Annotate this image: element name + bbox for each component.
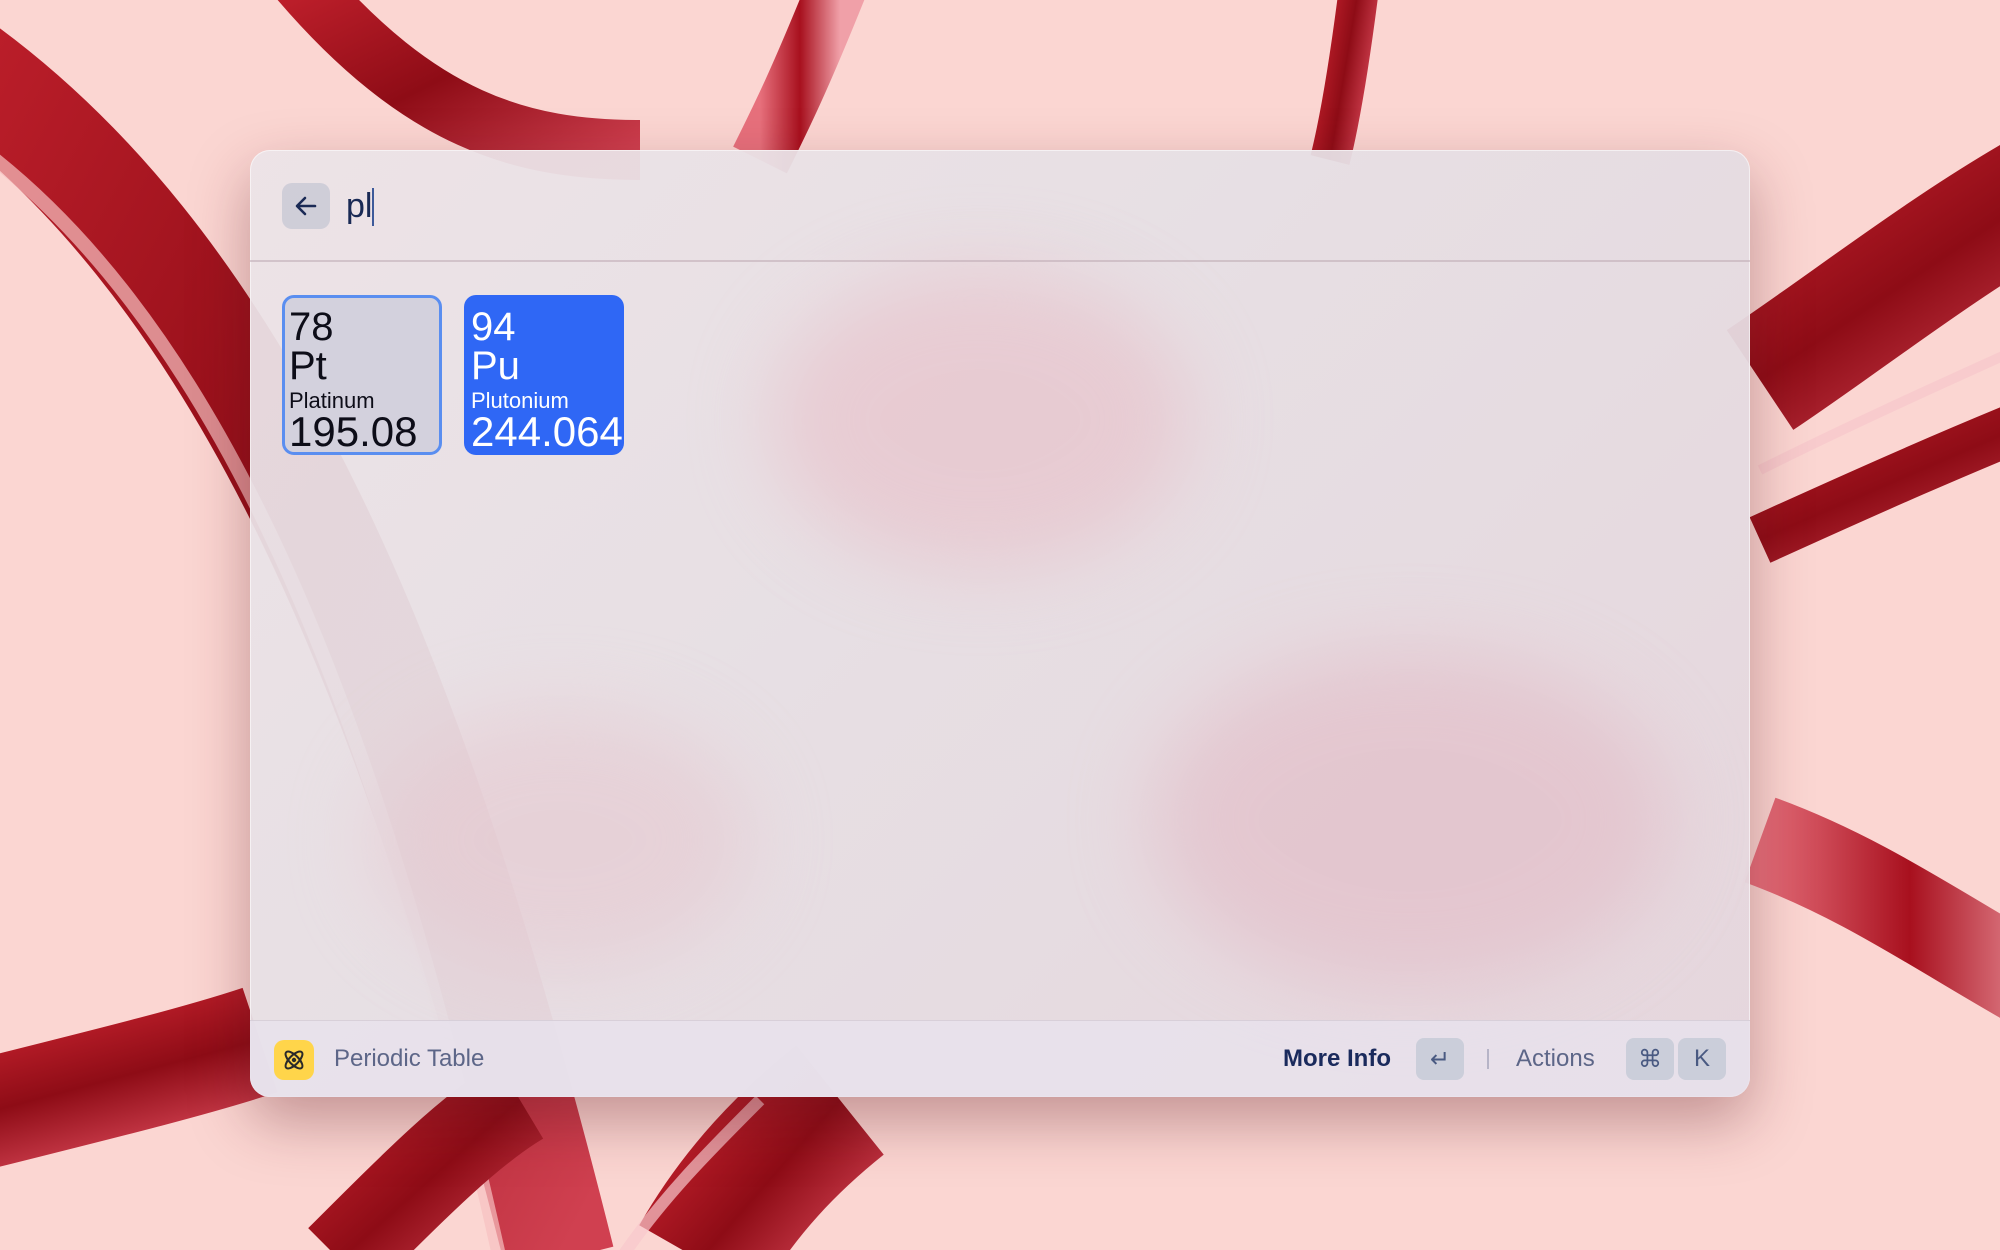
- launcher-window: 78 Pt Platinum 195.08 94 Pu Plutonium 24…: [250, 150, 1750, 1097]
- element-symbol: Pu: [471, 344, 520, 388]
- element-tile-plutonium[interactable]: 94 Pu Plutonium 244.064: [464, 295, 624, 455]
- search-bar: [250, 150, 1750, 262]
- desktop: 78 Pt Platinum 195.08 94 Pu Plutonium 24…: [0, 0, 2000, 1250]
- back-button[interactable]: [282, 183, 330, 229]
- command-key-hint: ⌘: [1626, 1038, 1674, 1080]
- enter-key-hint: ↵: [1416, 1038, 1464, 1080]
- extension-name: Periodic Table: [334, 1045, 485, 1072]
- element-tile-platinum[interactable]: 78 Pt Platinum 195.08: [282, 295, 442, 455]
- divider: [1487, 1049, 1489, 1069]
- atomic-number: 78: [289, 305, 334, 349]
- atomic-mass: 195.08: [289, 408, 418, 455]
- arrow-left-icon: [295, 196, 317, 216]
- atom-icon: [274, 1040, 314, 1080]
- k-key-hint: K: [1678, 1038, 1726, 1080]
- element-symbol: Pt: [289, 344, 327, 388]
- more-info-button[interactable]: More Info: [1283, 1045, 1391, 1073]
- actions-button[interactable]: Actions: [1516, 1045, 1595, 1073]
- search-input[interactable]: [346, 178, 1246, 234]
- atomic-number: 94: [471, 305, 516, 349]
- atomic-mass: 244.064: [471, 408, 623, 455]
- action-bar: Periodic Table More Info ↵ Actions ⌘ K: [250, 1020, 1750, 1097]
- text-caret: [372, 188, 374, 226]
